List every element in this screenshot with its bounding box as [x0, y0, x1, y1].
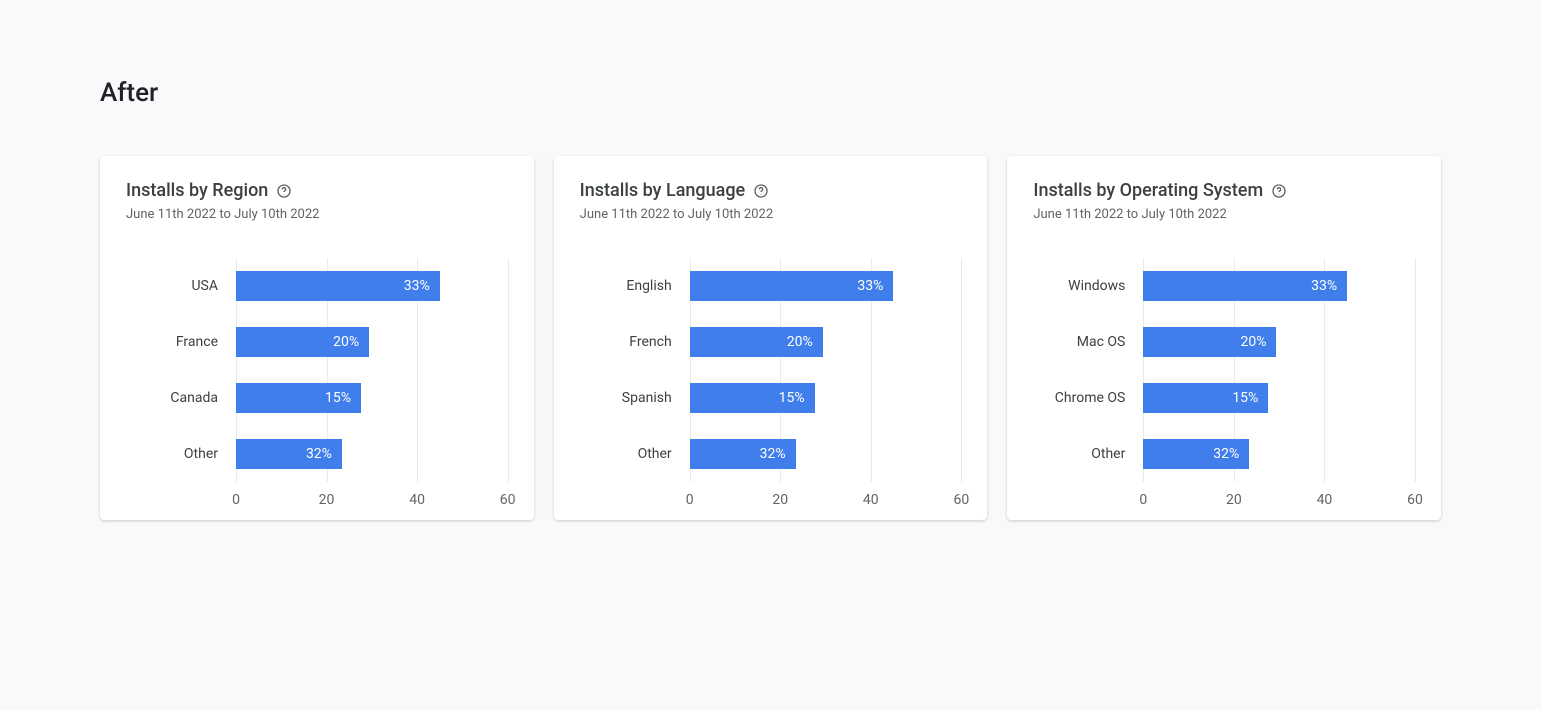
bar-chart: English 33% French: [580, 258, 962, 492]
bar-label: 32%: [1213, 446, 1239, 462]
bar-label: 15%: [779, 390, 805, 406]
axis-tick: 0: [686, 492, 694, 508]
row-label: Windows: [1033, 278, 1143, 294]
row-label: Other: [1033, 446, 1143, 462]
bar-label: 33%: [1311, 278, 1337, 294]
row-label: France: [126, 334, 236, 350]
card-title: Installs by Region: [126, 180, 268, 201]
bar: 33%: [236, 271, 440, 301]
row-label: USA: [126, 278, 236, 294]
bar: 32%: [236, 439, 342, 469]
bar-label: 33%: [857, 278, 883, 294]
axis-tick: 20: [319, 492, 335, 508]
axis-tick: 60: [953, 492, 969, 508]
chart-row: Spanish 15%: [580, 370, 962, 426]
plot-area: 33%: [690, 258, 962, 314]
axis-tick: 40: [1317, 492, 1333, 508]
chart-row: English 33%: [580, 258, 962, 314]
card-title: Installs by Operating System: [1033, 180, 1263, 201]
page-title: After: [100, 78, 1441, 108]
chart-row: Mac OS 20%: [1033, 314, 1415, 370]
plot-area: 32%: [1143, 426, 1415, 482]
row-label: Other: [126, 446, 236, 462]
bar: 15%: [1143, 383, 1268, 413]
chart-row: Other 32%: [1033, 426, 1415, 482]
axis-tick: 0: [232, 492, 240, 508]
plot-area: 15%: [236, 370, 508, 426]
bar-label: 32%: [760, 446, 786, 462]
row-label: English: [580, 278, 690, 294]
card-subtitle: June 11th 2022 to July 10th 2022: [580, 207, 962, 222]
row-label: Chrome OS: [1033, 390, 1143, 406]
plot-area: 32%: [236, 426, 508, 482]
card-subtitle: June 11th 2022 to July 10th 2022: [1033, 207, 1415, 222]
bar: 32%: [690, 439, 796, 469]
axis-tick: 40: [863, 492, 879, 508]
plot-area: 20%: [1143, 314, 1415, 370]
chart-row: Other 32%: [126, 426, 508, 482]
axis-tick: 0: [1139, 492, 1147, 508]
plot-area: 33%: [1143, 258, 1415, 314]
bar: 20%: [1143, 327, 1276, 357]
plot-area: 20%: [690, 314, 962, 370]
card-installs-by-os: Installs by Operating System June 11th 2…: [1007, 156, 1441, 520]
chart-row: Windows 33%: [1033, 258, 1415, 314]
bar-label: 20%: [333, 334, 359, 350]
bar-label: 15%: [1232, 390, 1258, 406]
chart-row: Chrome OS 15%: [1033, 370, 1415, 426]
chart-row: Other 32%: [580, 426, 962, 482]
bar-label: 33%: [404, 278, 430, 294]
bar: 20%: [690, 327, 823, 357]
bar: 33%: [690, 271, 894, 301]
chart-row: USA 33%: [126, 258, 508, 314]
bar: 15%: [690, 383, 815, 413]
bar-label: 20%: [787, 334, 813, 350]
help-icon[interactable]: [753, 183, 769, 199]
plot-area: 20%: [236, 314, 508, 370]
help-icon[interactable]: [1271, 183, 1287, 199]
row-label: Canada: [126, 390, 236, 406]
row-label: Mac OS: [1033, 334, 1143, 350]
bar-label: 15%: [325, 390, 351, 406]
card-installs-by-region: Installs by Region June 11th 2022 to Jul…: [100, 156, 534, 520]
bar: 20%: [236, 327, 369, 357]
cards-container: Installs by Region June 11th 2022 to Jul…: [100, 156, 1441, 520]
bar: 15%: [236, 383, 361, 413]
axis-tick: 60: [500, 492, 516, 508]
card-installs-by-language: Installs by Language June 11th 2022 to J…: [554, 156, 988, 520]
plot-area: 33%: [236, 258, 508, 314]
bar-chart: Windows 33% Mac OS: [1033, 258, 1415, 492]
axis-tick: 60: [1407, 492, 1423, 508]
axis-tick: 20: [772, 492, 788, 508]
help-icon[interactable]: [276, 183, 292, 199]
row-label: Other: [580, 446, 690, 462]
axis-tick: 20: [1226, 492, 1242, 508]
card-title: Installs by Language: [580, 180, 746, 201]
card-subtitle: June 11th 2022 to July 10th 2022: [126, 207, 508, 222]
chart-row: Canada 15%: [126, 370, 508, 426]
bar: 32%: [1143, 439, 1249, 469]
chart-row: France 20%: [126, 314, 508, 370]
axis-tick: 40: [409, 492, 425, 508]
bar: 33%: [1143, 271, 1347, 301]
row-label: Spanish: [580, 390, 690, 406]
chart-row: French 20%: [580, 314, 962, 370]
bar-chart: USA 33% France: [126, 258, 508, 492]
row-label: French: [580, 334, 690, 350]
plot-area: 32%: [690, 426, 962, 482]
bar-label: 32%: [306, 446, 332, 462]
plot-area: 15%: [1143, 370, 1415, 426]
bar-label: 20%: [1240, 334, 1266, 350]
plot-area: 15%: [690, 370, 962, 426]
